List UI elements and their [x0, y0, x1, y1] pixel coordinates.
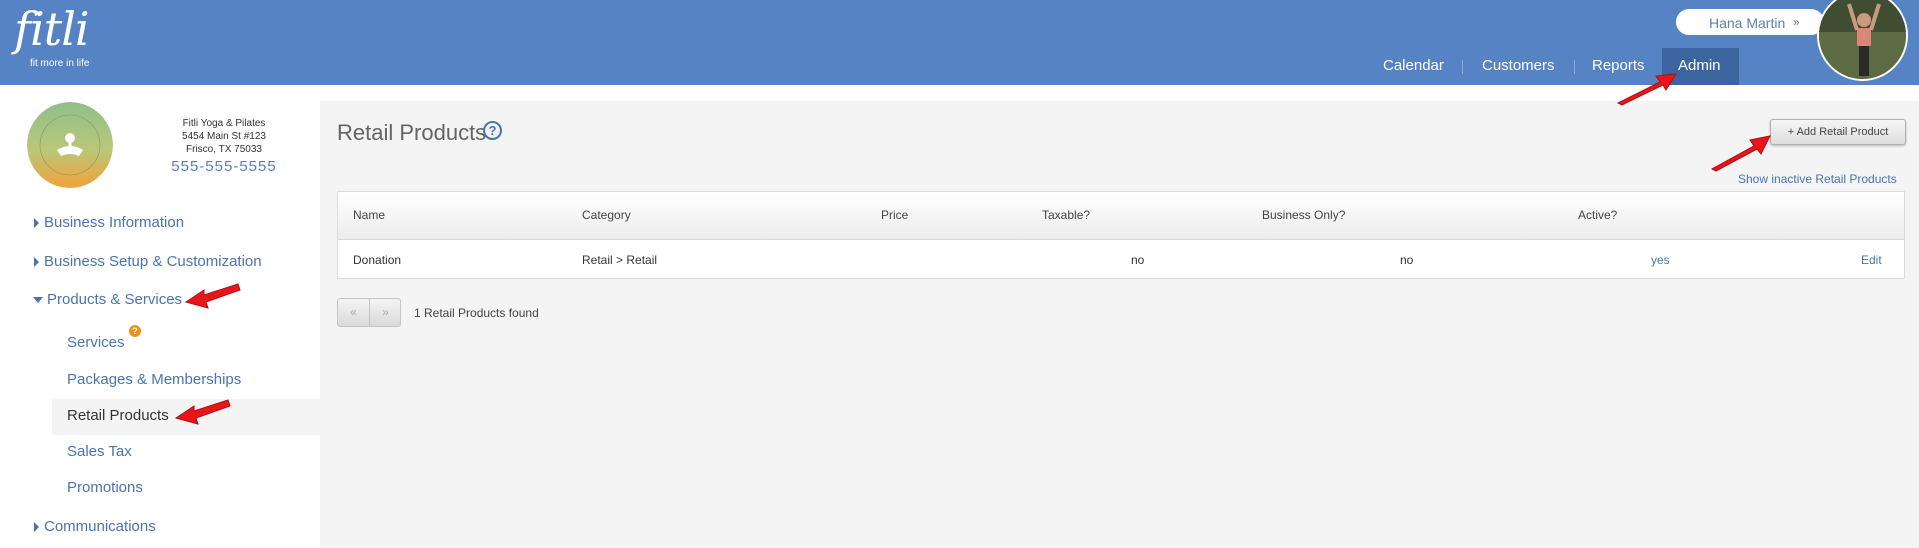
show-inactive-link[interactable]: Show inactive Retail Products [1738, 172, 1897, 186]
sidebar-item-retail-products[interactable]: Retail Products [67, 407, 169, 424]
column-header-active[interactable]: Active? [1578, 208, 1617, 222]
sidebar-item-products-services[interactable]: Products & Services [47, 291, 182, 308]
cell-active[interactable]: yes [1651, 253, 1670, 267]
sidebar-item-business-setup[interactable]: Business Setup & Customization [44, 253, 262, 270]
column-header-price[interactable]: Price [881, 208, 908, 222]
column-header-business-only[interactable]: Business Only? [1262, 208, 1345, 222]
results-count: 1 Retail Products found [414, 306, 539, 320]
cell-name: Donation [353, 253, 402, 267]
help-icon[interactable]: ? [483, 121, 502, 140]
pager-next-button[interactable]: » [370, 299, 401, 326]
sidebar-item-services[interactable]: Services [67, 334, 125, 351]
column-header-category[interactable]: Category [582, 208, 631, 222]
fitli-logo[interactable]: fitli fit more in life [14, 2, 90, 69]
sidebar-item-business-information[interactable]: Business Information [44, 214, 184, 231]
nav-customers[interactable]: Customers [1482, 57, 1555, 74]
user-name: Hana Martin [1709, 15, 1786, 31]
cell-business-only: no [1400, 253, 1414, 267]
cell-category: Retail > Retail [582, 253, 658, 267]
cell-taxable: no [1131, 253, 1145, 267]
add-retail-product-button[interactable]: + Add Retail Product [1770, 119, 1906, 145]
edit-link[interactable]: Edit [1861, 253, 1882, 267]
annotation-arrow-icon [184, 283, 241, 309]
business-address-line1: 5454 Main St #123 [182, 131, 266, 142]
pagination: « » [337, 298, 401, 327]
caret-right-icon [34, 218, 39, 228]
sidebar-item-communications[interactable]: Communications [44, 518, 156, 535]
annotation-arrow-icon [174, 399, 231, 425]
sidebar-item-packages[interactable]: Packages & Memberships [67, 371, 241, 388]
annotation-arrow-icon [1616, 73, 1677, 106]
business-name: Fitli Yoga & Pilates [182, 118, 266, 129]
caret-down-icon [33, 297, 43, 303]
page-title: Retail Products [337, 120, 487, 145]
business-logo [27, 102, 113, 188]
business-address: Fitli Yoga & Pilates 5454 Main St #123 F… [160, 117, 288, 156]
retail-products-table: Name Category Price Taxable? Business On… [337, 191, 1905, 279]
caret-right-icon [34, 522, 39, 532]
table-header: Name Category Price Taxable? Business On… [338, 192, 1904, 240]
pager-prev-button[interactable]: « [338, 299, 369, 326]
help-badge[interactable]: ? [129, 325, 141, 337]
column-header-name[interactable]: Name [353, 208, 385, 222]
main-content [320, 101, 1919, 548]
business-address-line2: Frisco, TX 75033 [186, 144, 262, 155]
logo-tagline: fit more in life [30, 58, 90, 69]
column-header-taxable[interactable]: Taxable? [1042, 208, 1090, 222]
nav-divider [1574, 60, 1575, 74]
chevron-double-down-icon: » [1793, 15, 1800, 29]
user-menu[interactable]: Hana Martin » [1676, 9, 1824, 35]
business-phone: 555-555-5555 [171, 158, 277, 175]
logo-wordmark: fitli [14, 2, 90, 56]
annotation-arrow-icon [1710, 135, 1771, 172]
caret-right-icon [34, 257, 39, 267]
nav-admin[interactable]: Admin [1678, 57, 1721, 74]
nav-calendar[interactable]: Calendar [1383, 57, 1444, 74]
nav-divider [1462, 60, 1463, 74]
sidebar-item-promotions[interactable]: Promotions [67, 479, 143, 496]
sidebar-item-sales-tax[interactable]: Sales Tax [67, 443, 132, 460]
